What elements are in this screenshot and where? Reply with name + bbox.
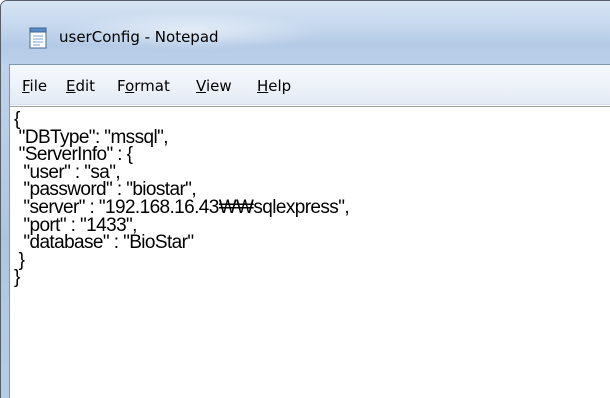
menu-help[interactable]: Help (255, 75, 293, 97)
window-title: userConfig - Notepad (59, 28, 219, 46)
text-editor[interactable]: { "DBType": "mssql", "ServerInfo" : { "u… (10, 106, 610, 398)
notepad-icon[interactable] (29, 27, 47, 49)
menu-edit[interactable]: Edit (64, 75, 97, 97)
menu-format[interactable]: Format (115, 75, 172, 97)
editor-line: } (14, 267, 20, 289)
menu-file[interactable]: File (20, 75, 49, 97)
editor-content[interactable]: { "DBType": "mssql", "ServerInfo" : { "u… (14, 110, 350, 289)
notepad-window: userConfig - Notepad File Edit Format Vi… (0, 0, 610, 398)
client-area: File Edit Format View Help { "DBType": "… (9, 64, 610, 398)
title-bar[interactable]: userConfig - Notepad (1, 1, 610, 64)
menu-bar: File Edit Format View Help (10, 65, 610, 105)
menu-view[interactable]: View (194, 75, 234, 97)
editor-line: "database" : "BioStar" (14, 232, 194, 254)
